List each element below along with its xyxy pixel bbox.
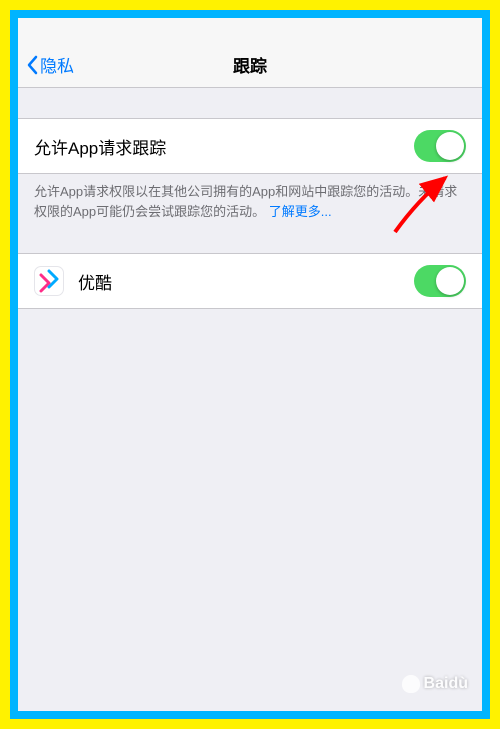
footer-body: 允许App请求权限以在其他公司拥有的App和网站中跟踪您的活动。未请求权限的Ap…: [34, 184, 457, 219]
phone-screen: 隐私 跟踪 允许App请求跟踪 允许App请求权限以在其他公司拥有的App和网站…: [18, 18, 482, 711]
watermark-text: Baidù: [424, 675, 468, 693]
paw-icon: [402, 675, 420, 693]
chevron-left-icon: [26, 55, 38, 75]
status-bar: [18, 18, 482, 42]
learn-more-link[interactable]: 了解更多...: [269, 204, 332, 219]
page-title: 跟踪: [18, 52, 482, 77]
app-name: 优酷: [78, 269, 112, 294]
allow-tracking-label: 允许App请求跟踪: [34, 134, 166, 159]
allow-tracking-cell: 允许App请求跟踪: [18, 118, 482, 174]
back-button[interactable]: 隐私: [18, 52, 74, 77]
allow-tracking-toggle[interactable]: [414, 130, 466, 162]
toggle-knob-icon: [436, 132, 464, 160]
app-cell: 优酷: [18, 253, 482, 309]
watermark: Baidù: [402, 675, 468, 693]
nav-bar: 隐私 跟踪: [18, 42, 482, 88]
toggle-knob-icon: [436, 267, 464, 295]
app-tracking-toggle[interactable]: [414, 265, 466, 297]
youku-app-icon: [34, 266, 64, 296]
footer-text: 允许App请求权限以在其他公司拥有的App和网站中跟踪您的活动。未请求权限的Ap…: [18, 174, 482, 229]
back-label: 隐私: [40, 52, 74, 77]
